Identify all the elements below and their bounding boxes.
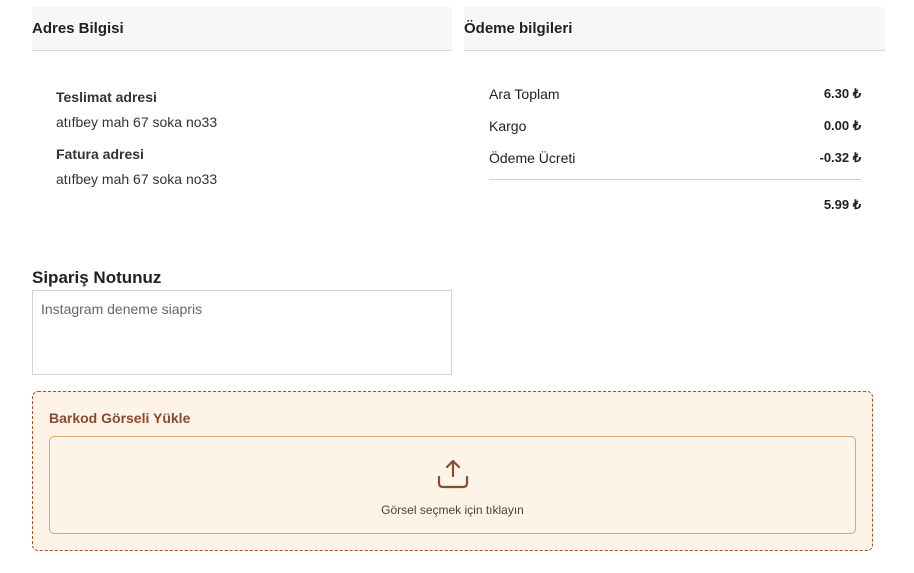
barcode-upload-title: Barkod Görseli Yükle: [49, 410, 191, 426]
delivery-address-value: atıfbey mah 67 soka no33: [56, 114, 218, 130]
billing-address: Fatura adresi atıfbey mah 67 soka no33: [56, 146, 217, 187]
payment-row-amount: -0.32 ₺: [819, 150, 861, 165]
payment-total-row: 5.99 ₺: [489, 197, 861, 213]
payment-divider: [489, 179, 861, 180]
payment-row-shipping: Kargo 0.00 ₺: [489, 118, 861, 134]
delivery-address: Teslimat adresi atıfbey mah 67 soka no33: [56, 89, 217, 130]
address-section-title: Adres Bilgisi: [32, 20, 124, 37]
payment-row-amount: 6.30 ₺: [823, 86, 861, 101]
upload-icon: [437, 459, 469, 489]
delivery-address-label: Teslimat adresi: [56, 89, 157, 105]
payment-section-header: Ödeme bilgileri: [464, 7, 885, 51]
payment-row-label: Ara Toplam: [489, 86, 560, 102]
billing-address-value: atıfbey mah 67 soka no33: [56, 171, 218, 187]
payment-row-fee: Ödeme Ücreti -0.32 ₺: [489, 150, 861, 166]
image-upload-dropzone[interactable]: Görsel seçmek için tıklayın: [49, 436, 856, 534]
billing-address-label: Fatura adresi: [56, 146, 144, 162]
payment-row-label: Ödeme Ücreti: [489, 150, 576, 166]
order-note-title: Sipariş Notunuz: [32, 268, 162, 287]
order-note-input[interactable]: Instagram deneme siapris: [32, 290, 452, 375]
barcode-upload-section: Barkod Görseli Yükle Görsel seçmek için …: [32, 391, 873, 551]
payment-row-amount: 0.00 ₺: [823, 118, 861, 133]
payment-row-subtotal: Ara Toplam 6.30 ₺: [489, 86, 861, 102]
payment-total-amount: 5.99 ₺: [823, 197, 861, 212]
upload-instruction-text: Görsel seçmek için tıklayın: [381, 503, 524, 517]
payment-section-title: Ödeme bilgileri: [464, 20, 573, 37]
address-section-header: Adres Bilgisi: [32, 7, 452, 51]
payment-row-label: Kargo: [489, 118, 527, 134]
